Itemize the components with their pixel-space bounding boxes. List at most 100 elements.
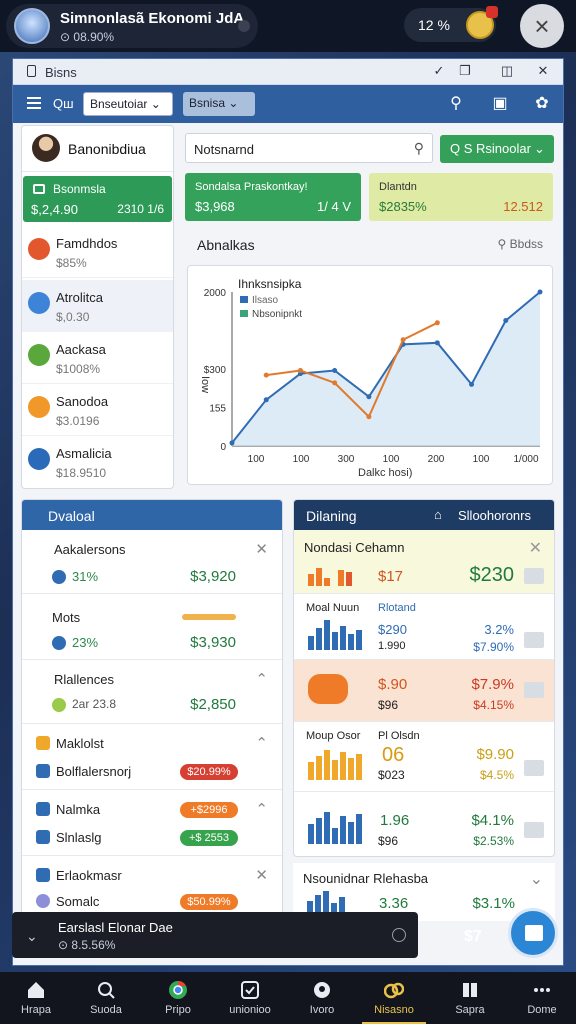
nav-item-location[interactable]: Ivoro [290, 972, 354, 1024]
planning-footer-name: Nsounidnar Rlehasba [303, 871, 429, 886]
stat-card-green[interactable]: Sondalsa Praskontkay! $3,968 1/ 4 V [185, 173, 361, 221]
planning-row[interactable]: Nondasi Cehamn ✕ $17 $230 [294, 530, 554, 594]
toolbar-select-2[interactable]: Bsnisa ⌄ [183, 92, 255, 116]
info-icon[interactable] [392, 928, 406, 942]
app-logo-icon [14, 8, 50, 44]
analytics-header: Abnalkas ⚲ Bbdss [185, 229, 553, 259]
maximize-button[interactable]: ◫ [497, 63, 517, 79]
search-input[interactable] [194, 139, 404, 159]
balance-title: Bsonmsla [53, 182, 106, 196]
expand-icon[interactable] [524, 632, 544, 648]
restore-button[interactable]: ❐ [455, 63, 475, 79]
sidebar-item[interactable]: Famdhdos $85% [22, 226, 173, 278]
window-close-button[interactable]: ✕ [533, 63, 553, 79]
overview-row-name: Aakalersons [54, 542, 126, 557]
overview-group[interactable]: Maklolst ⌃ Bolflalersnorj $20.99% [22, 724, 282, 790]
planning-row-pct2: $4.15% [473, 698, 514, 712]
sidebar-item-value: $1008% [56, 362, 101, 376]
chevron-up-icon[interactable]: ⌃ [255, 800, 268, 818]
nav-item-search[interactable]: Suoda [74, 972, 138, 1024]
chevron-up-icon[interactable]: ⌃ [255, 670, 268, 688]
expand-icon[interactable] [524, 822, 544, 838]
app-pill[interactable]: Simnonlasã Ekonomi JdA ⊙ 08.90% [6, 4, 258, 48]
overview-row-amount: $2,850 [190, 696, 236, 713]
nav-label: Ivoro [309, 1004, 335, 1016]
overview-group[interactable]: Nalmka +$2996 ⌃ Slnlaslg +$ 2553 [22, 790, 282, 856]
sidebar-item[interactable]: Aackasa $1008% [22, 332, 173, 384]
gift-icon[interactable]: ▣ [489, 93, 511, 115]
sidebar-item-name: Asmalicia [56, 446, 112, 461]
action-button[interactable]: Q S Rsinoolar ⌄ [440, 135, 554, 163]
sidebar-item[interactable]: Atrolitca $,0.30 [22, 280, 173, 332]
legend-swatch [240, 296, 248, 303]
x-axis-label: Dalkc hosi) [358, 467, 412, 479]
expand-icon[interactable] [524, 568, 544, 584]
overview-item-name: Slnlaslg [56, 830, 102, 845]
expand-icon[interactable] [524, 760, 544, 776]
chevron-down-icon[interactable]: ⌄ [530, 869, 543, 889]
nav-label: unionioo [229, 1004, 271, 1016]
sidebar-item[interactable]: Asmalicia $18.9510 [22, 436, 173, 488]
nav-item-home[interactable]: Hrapa [4, 972, 68, 1024]
status-badge: +$ 2553 [180, 830, 238, 846]
close-icon[interactable]: ✕ [255, 866, 268, 884]
user-row[interactable]: Banonibdiua [22, 126, 173, 172]
menu-icon[interactable] [27, 97, 41, 109]
close-icon[interactable]: ✕ [529, 538, 542, 558]
percent-pill[interactable]: 12 % [404, 6, 498, 42]
overview-row[interactable]: Mots 23% $3,930 [22, 594, 282, 660]
nav-item-pages[interactable]: Sapra [438, 972, 502, 1024]
action-button-label: Q S Rsinoolar [450, 141, 531, 156]
search-box[interactable]: ⚲ [185, 133, 433, 163]
planning-row-value: $17 [378, 568, 404, 585]
planning-row-pct2: $2.53% [473, 834, 514, 848]
expand-icon[interactable] [524, 682, 544, 698]
sidebar-item[interactable]: Sanodoa $3.0196 [22, 384, 173, 436]
y-tick-label: 0 [220, 442, 226, 453]
planning-header: Dilaning ⌂ Slloohoronrs [294, 500, 554, 530]
close-button[interactable]: × [520, 4, 564, 48]
planning-row[interactable]: Moal Nuun Rlotand $290 1.990 3.2% $7.90% [294, 594, 554, 660]
nav-item-browser[interactable]: Pripo [146, 972, 210, 1024]
overview-row[interactable]: Rlallences ⌃ 2ar 23.8 $2,850 [22, 660, 282, 724]
data-point [503, 317, 509, 323]
analytics-filter[interactable]: ⚲ Bbdss [498, 237, 543, 251]
chevron-up-icon[interactable]: ⌃ [255, 734, 268, 752]
toast-notification[interactable]: ⌄ Earslasl Elonar Dae ⊙ 8.5.56% [12, 912, 418, 958]
planning-row[interactable]: 1.96 $96 $4.1% $2.53% [294, 792, 554, 856]
stat-card-yellow[interactable]: Dlantdn $2835% 12.512 [369, 173, 553, 221]
overview-group[interactable]: Erlaokmasr ✕ Somalc $50.99% [22, 856, 282, 918]
overview-row[interactable]: Aakalersons ✕ 31% $3,920 [22, 530, 282, 594]
home-icon: ⌂ [434, 507, 442, 522]
toolbar-select-1[interactable]: Bnseutoiar ⌄ [83, 92, 173, 116]
mini-bar-chart [308, 748, 368, 780]
card-note: 1/ 4 V [317, 199, 351, 214]
nav-item-union[interactable]: unionioo [218, 972, 282, 1024]
pin-icon[interactable]: ⚲ [445, 93, 467, 115]
user-name: Banonibdiua [68, 141, 146, 157]
nav-label: Sapra [455, 1004, 485, 1016]
nav-item-more[interactable]: Dome [510, 972, 574, 1024]
lock-icon [27, 65, 36, 77]
planning-row-value: 1.96 [380, 812, 410, 829]
planning-row[interactable]: Moup Osor Pl Olsdn 06 $023 $9.90 $4.5% [294, 722, 554, 792]
balance-card[interactable]: Bsonmsla $,2,4.90 2310 1/6 [23, 176, 172, 222]
data-point [229, 440, 235, 446]
settings-icon[interactable]: ✿ [531, 93, 553, 115]
x-tick-label: 300 [338, 454, 355, 465]
search-icon[interactable]: ⚲ [414, 140, 424, 157]
planning-footer-pct: $3.1% [472, 895, 515, 912]
planning-row[interactable]: $.90 $96 $7.9% $4.15% [294, 660, 554, 722]
location-icon [314, 982, 330, 998]
mini-bar-chart [308, 810, 368, 844]
window-titlebar: Bisns ✓ ❐ ◫ ✕ [13, 59, 563, 85]
toolbar-label: Qш [53, 96, 74, 111]
check-icon[interactable]: ✓ [429, 63, 449, 79]
nav-item-active[interactable]: Nisasno [362, 972, 426, 1024]
overview-item-name: Maklolst [56, 736, 104, 751]
home-icon [28, 982, 44, 998]
close-icon[interactable]: ✕ [255, 540, 268, 558]
overview-header: Dvaloal [22, 500, 282, 530]
nav-label: Dome [527, 1004, 557, 1016]
chat-fab-button[interactable] [508, 908, 558, 958]
